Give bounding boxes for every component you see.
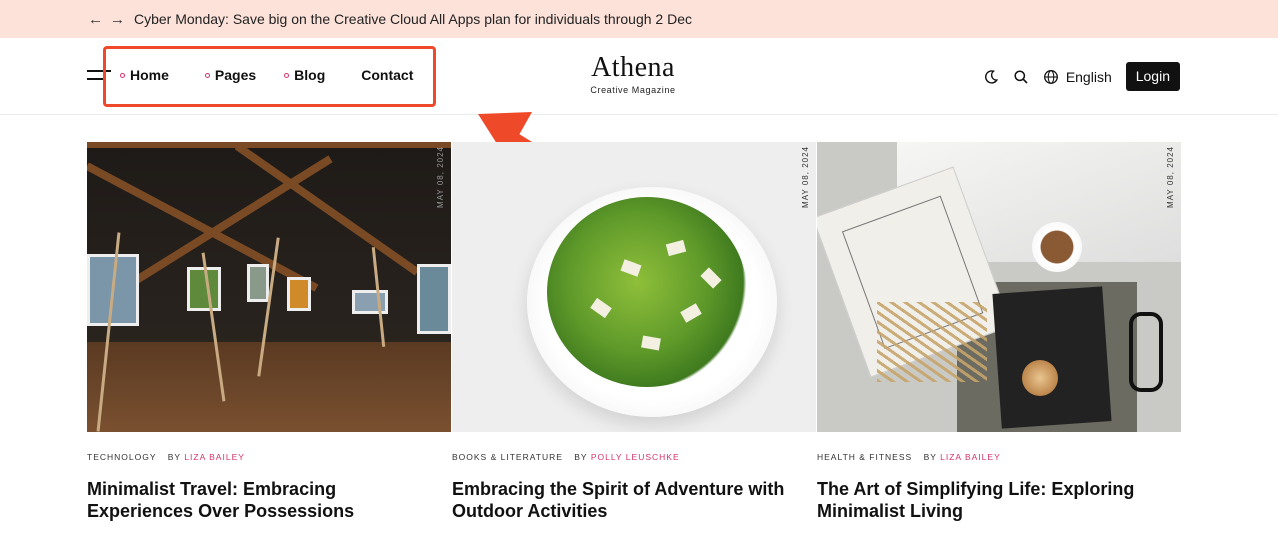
post-meta: BOOKS & LITERATURE BY POLLY LEUSCHKE [452, 452, 816, 462]
site-logo[interactable]: Athena Creative Magazine [560, 52, 706, 95]
post-title[interactable]: Minimalist Travel: Embracing Experiences… [87, 478, 451, 522]
post-card[interactable]: MAY 08, 2024 TECHNOLOGY BY LIZA BAILEY M… [87, 142, 451, 522]
post-meta: HEALTH & FITNESS BY LIZA BAILEY [817, 452, 1181, 462]
post-title[interactable]: The Art of Simplifying Life: Exploring M… [817, 478, 1181, 522]
language-label: English [1065, 68, 1112, 85]
globe-icon [1042, 68, 1060, 86]
post-date: MAY 08, 2024 [1166, 146, 1175, 208]
post-by-label: BY [574, 452, 588, 462]
login-button[interactable]: Login [1125, 62, 1180, 91]
post-category[interactable]: HEALTH & FITNESS [817, 452, 912, 462]
header-tools: English Login [982, 62, 1180, 91]
promo-text[interactable]: Cyber Monday: Save big on the Creative C… [134, 11, 692, 27]
arrow-right-icon[interactable]: → [110, 11, 132, 28]
post-image-gallery[interactable]: MAY 08, 2024 [87, 142, 451, 432]
brand-tagline: Creative Magazine [590, 85, 676, 95]
post-title[interactable]: Embracing the Spirit of Adventure with O… [452, 478, 816, 522]
post-image-salad[interactable]: MAY 08, 2024 [452, 142, 816, 432]
post-author[interactable]: LIZA BAILEY [940, 452, 1001, 462]
annotation-highlight-box [103, 46, 436, 107]
post-author[interactable]: POLLY LEUSCHKE [591, 452, 680, 462]
post-card[interactable]: MAY 08, 2024 BOOKS & LITERATURE BY POLLY… [452, 142, 816, 522]
post-category[interactable]: TECHNOLOGY [87, 452, 156, 462]
post-card[interactable]: MAY 08, 2024 HEALTH & FITNESS BY LIZA BA… [817, 142, 1181, 522]
post-by-label: BY [167, 452, 181, 462]
post-date: MAY 08, 2024 [436, 146, 445, 208]
brand-name: Athena [591, 52, 675, 83]
post-category[interactable]: BOOKS & LITERATURE [452, 452, 563, 462]
language-selector[interactable]: English [1042, 68, 1112, 86]
promo-banner: ← → Cyber Monday: Save big on the Creati… [0, 0, 1278, 38]
post-grid: MAY 08, 2024 TECHNOLOGY BY LIZA BAILEY M… [87, 142, 1182, 522]
search-icon[interactable] [1012, 68, 1030, 86]
post-author[interactable]: LIZA BAILEY [184, 452, 245, 462]
post-by-label: BY [923, 452, 937, 462]
post-meta: TECHNOLOGY BY LIZA BAILEY [87, 452, 451, 462]
moon-icon[interactable] [982, 68, 1000, 86]
post-date: MAY 08, 2024 [801, 146, 810, 208]
arrow-left-icon[interactable]: ← [88, 11, 110, 28]
post-image-flatlay[interactable]: MAY 08, 2024 [817, 142, 1181, 432]
